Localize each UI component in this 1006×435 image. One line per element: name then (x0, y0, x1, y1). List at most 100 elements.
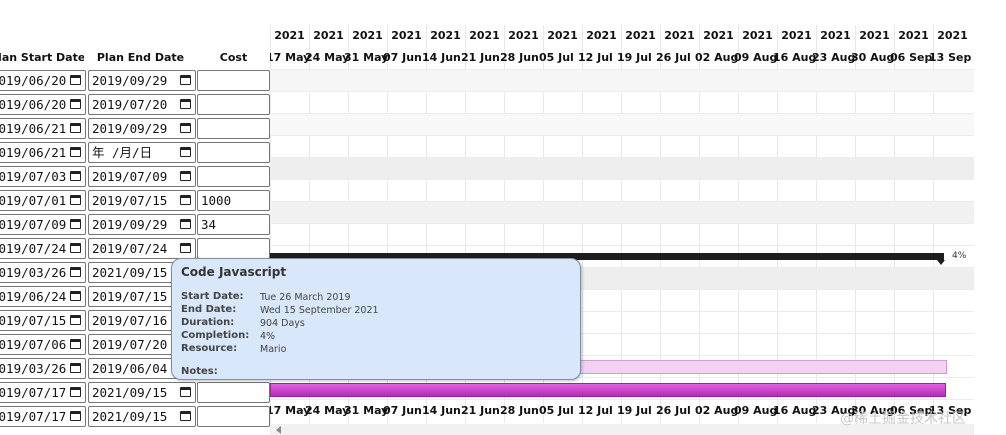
timeline-week-bottom: 24 May (305, 404, 350, 417)
calendar-icon[interactable] (70, 219, 81, 229)
cost-input[interactable] (197, 382, 270, 403)
timeline-week-bottom: 26 Jul (656, 404, 691, 417)
tooltip-end-label: End Date: (181, 304, 237, 315)
calendar-icon[interactable] (180, 123, 191, 133)
scroll-left-icon[interactable] (276, 426, 281, 434)
calendar-icon[interactable] (180, 387, 191, 397)
plan-start-input[interactable]: 2019/06/20 (0, 94, 86, 115)
plan-end-input[interactable]: 2019/07/20 (88, 94, 196, 115)
timeline-week-top: 16 Aug (773, 51, 817, 64)
tooltip-resource-value: Mario (260, 344, 287, 355)
calendar-icon[interactable] (180, 75, 191, 85)
calendar-icon[interactable] (70, 315, 81, 325)
timeline-week-bottom: 07 Jun (383, 404, 422, 417)
calendar-icon[interactable] (180, 147, 191, 157)
plan-start-value: 2019/06/20 (0, 97, 67, 112)
cost-input[interactable]: 1000 (197, 190, 270, 211)
plan-start-input[interactable]: 2019/06/21 (0, 118, 86, 139)
calendar-icon[interactable] (180, 411, 191, 421)
timeline-week-top: 23 Aug (812, 51, 856, 64)
calendar-icon[interactable] (180, 219, 191, 229)
row-band (270, 113, 974, 135)
task-bar-selected[interactable] (270, 383, 946, 397)
cost-input[interactable] (197, 406, 270, 427)
plan-end-input[interactable]: 2019/07/24 (88, 238, 196, 259)
tooltip-end-value: Wed 15 September 2021 (260, 305, 379, 316)
cost-input[interactable] (197, 166, 270, 187)
calendar-icon[interactable] (70, 363, 81, 373)
plan-start-value: 2019/06/20 (0, 73, 67, 88)
plan-end-input[interactable]: 2021/09/15 (88, 406, 196, 427)
timeline-year: 2021 (820, 29, 851, 42)
col-header-plan-end[interactable]: Plan End Date (86, 47, 195, 69)
plan-start-input[interactable]: 2019/06/20 (0, 70, 86, 91)
tooltip-notes-label: Notes: (181, 366, 218, 377)
plan-start-input[interactable]: 2019/06/24 (0, 286, 86, 307)
cost-input[interactable]: 34 (197, 214, 270, 235)
calendar-icon[interactable] (180, 171, 191, 181)
calendar-icon[interactable] (70, 99, 81, 109)
plan-end-input[interactable]: 2019/09/29 (88, 70, 196, 91)
plan-start-input[interactable]: 2019/07/06 (0, 334, 86, 355)
plan-end-input[interactable]: 2021/09/15 (88, 382, 196, 403)
cost-input[interactable] (197, 94, 270, 115)
watermark: @稀土掘金技术社区 (840, 411, 966, 427)
cost-input[interactable] (197, 142, 270, 163)
timeline-week-top: 02 Aug (695, 51, 739, 64)
plan-end-value: 2019/09/29 (92, 121, 168, 136)
timeline-week-top: 12 Jul (578, 51, 613, 64)
plan-start-input[interactable]: 2019/07/03 (0, 166, 86, 187)
plan-end-input[interactable]: 2019/07/15 (88, 190, 196, 211)
plan-end-input[interactable]: 2019/07/09 (88, 166, 196, 187)
timeline-week-bottom: 02 Aug (695, 404, 739, 417)
calendar-icon[interactable] (70, 75, 81, 85)
row-divider (270, 245, 974, 246)
calendar-icon[interactable] (70, 387, 81, 397)
plan-start-input[interactable]: 2019/07/15 (0, 310, 86, 331)
calendar-icon[interactable] (70, 411, 81, 421)
calendar-icon[interactable] (70, 123, 81, 133)
timeline-year: 2021 (469, 29, 500, 42)
col-header-plan-start[interactable]: Plan Start Date (0, 47, 84, 69)
row-divider (270, 179, 974, 180)
plan-start-input[interactable]: 2019/07/17 (0, 382, 86, 403)
cost-input[interactable] (197, 70, 270, 91)
plan-start-input[interactable]: 2019/03/26 (0, 262, 86, 283)
cost-input[interactable] (197, 118, 270, 139)
table-row: 2019/06/20 2019/09/29 (0, 69, 270, 93)
timeline-year: 2021 (547, 29, 578, 42)
cost-input[interactable] (197, 238, 270, 259)
table-row: 2019/07/09 2019/09/29 34 (0, 213, 270, 237)
table-row: 2019/07/01 2019/07/15 1000 (0, 189, 270, 213)
calendar-icon[interactable] (180, 243, 191, 253)
timeline-week-bottom: 19 Jul (617, 404, 652, 417)
plan-end-input[interactable]: 2019/09/29 (88, 118, 196, 139)
plan-start-input[interactable]: 2019/03/26 (0, 358, 86, 379)
timeline-week-bottom: 31 May (344, 404, 389, 417)
plan-start-input[interactable]: 2019/07/17 (0, 406, 86, 427)
plan-start-input[interactable]: 2019/07/24 (0, 238, 86, 259)
plan-end-input[interactable]: 年 /月/日 (88, 142, 196, 163)
timeline-week-top: 30 Aug (851, 51, 895, 64)
calendar-icon[interactable] (70, 171, 81, 181)
plan-start-input[interactable]: 2019/07/09 (0, 214, 86, 235)
calendar-icon[interactable] (180, 195, 191, 205)
table-row: 2019/06/21 2019/09/29 (0, 117, 270, 141)
row-divider (270, 157, 974, 158)
plan-start-value: 2019/07/06 (0, 337, 67, 352)
timeline-week-bottom: 21 Jun (461, 404, 500, 417)
plan-start-input[interactable]: 2019/06/21 (0, 142, 86, 163)
row-divider (270, 113, 974, 114)
tooltip-completion-label: Completion: (181, 330, 250, 341)
plan-end-input[interactable]: 2019/09/29 (88, 214, 196, 235)
calendar-icon[interactable] (70, 243, 81, 253)
calendar-icon[interactable] (70, 147, 81, 157)
calendar-icon[interactable] (70, 195, 81, 205)
calendar-icon[interactable] (70, 267, 81, 277)
calendar-icon[interactable] (70, 291, 81, 301)
col-header-cost[interactable]: Cost (197, 47, 270, 69)
plan-start-input[interactable]: 2019/07/01 (0, 190, 86, 211)
row-divider (270, 399, 974, 400)
calendar-icon[interactable] (180, 99, 191, 109)
calendar-icon[interactable] (70, 339, 81, 349)
